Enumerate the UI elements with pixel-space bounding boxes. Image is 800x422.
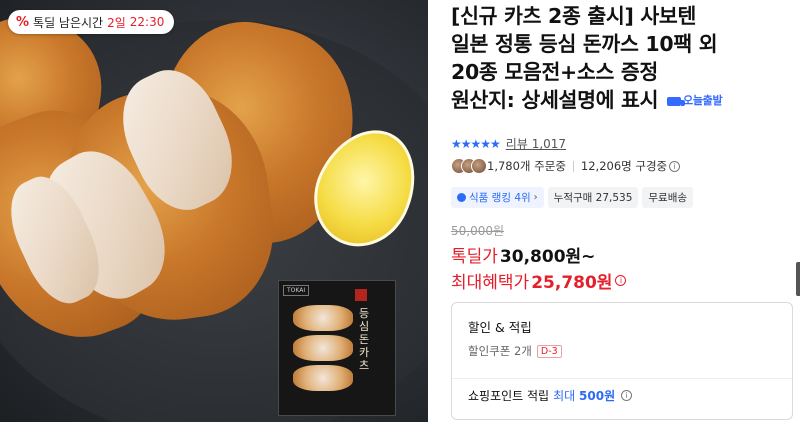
rating-row: ★★★★★ 리뷰 1,017 (451, 135, 566, 152)
divider (572, 160, 574, 172)
deal-price-row: 톡딜가 30,800원~ (451, 242, 595, 267)
points-max-label: 최대 (553, 389, 576, 403)
dday-badge: D-3 (536, 344, 562, 358)
scroll-handle[interactable] (796, 262, 800, 296)
truck-icon (667, 96, 686, 106)
product-title: [신규 카츠 2종 출시] 사보텐 일본 정통 등심 돈까스 10팩 외 20종… (451, 2, 800, 115)
review-count-link[interactable]: 리뷰 1,017 (506, 135, 566, 152)
benefits-box: 할인 & 적립 할인쿠폰 2개 D-3 쇼핑포인트 적립 최대 500원 i (451, 302, 793, 420)
deal-price: 30,800원~ (499, 247, 596, 267)
ranking-chip[interactable]: 식품 랭킹 4위 › (451, 187, 544, 208)
max-benefit-price-row: 최대혜택가 25,780원 i (451, 268, 627, 293)
package-cutlet (293, 365, 353, 391)
product-image[interactable]: % 톡딜 남은시간 2일 22:30 TOKAI 등심돈카츠 (0, 0, 428, 422)
coupon-row[interactable]: 할인쿠폰 2개 D-3 (468, 343, 562, 359)
deal-price-label: 톡딜가 (451, 247, 498, 267)
package-cutlet (293, 335, 353, 361)
product-info-panel: [신규 카츠 2종 출시] 사보텐 일본 정통 등심 돈까스 10팩 외 20종… (451, 0, 800, 422)
today-delivery-tag: 오늘출발 (667, 87, 723, 115)
ranking-label: 식품 랭킹 4위 (469, 192, 531, 204)
timer-label: 톡딜 남은시간 (33, 15, 104, 30)
product-title-line: 일본 정통 등심 돈까스 10팩 외 (451, 32, 718, 56)
package-title: 등심돈카츠 (358, 307, 370, 372)
ranking-icon (457, 193, 466, 202)
deal-timer-badge: % 톡딜 남은시간 2일 22:30 (8, 10, 175, 34)
timer-days: 2일 (107, 15, 126, 30)
product-title-line: [신규 카츠 2종 출시] 사보텐 (451, 4, 697, 28)
percent-icon: % (16, 14, 30, 30)
info-icon[interactable]: i (669, 160, 681, 172)
package-cutlet (293, 305, 353, 331)
star-rating-icon: ★★★★★ (451, 136, 501, 151)
cumulative-purchase-chip: 누적구매 27,535 (547, 187, 639, 208)
product-title-line: 원산지: 상세설명에 표시 오늘출발 (451, 86, 800, 115)
badge-chips: 식품 랭킹 4위 › 누적구매 27,535 무료배송 (451, 187, 694, 208)
points-row: 쇼핑포인트 적립 최대 500원 i (452, 378, 792, 403)
chevron-right-icon: › (533, 192, 538, 203)
delivery-tag-label: 오늘출발 (683, 94, 723, 107)
points-info: 쇼핑포인트 적립 최대 500원 i (468, 387, 633, 404)
order-count: 1,780개 주문중 (487, 159, 566, 173)
free-shipping-chip: 무료배송 (642, 187, 694, 208)
coupon-label: 할인쿠폰 2개 (468, 344, 532, 358)
max-benefit-label: 최대혜택가 (451, 273, 530, 293)
product-title-line: 20종 모음전+소스 증정 (451, 60, 658, 84)
info-icon[interactable]: i (615, 275, 627, 286)
points-max: 최대 500원 (553, 387, 615, 404)
origin-text: 원산지: 상세설명에 표시 (451, 88, 659, 112)
points-value: 500원 (579, 389, 616, 403)
package-brand: TOKAI (283, 285, 310, 296)
info-icon[interactable]: i (621, 390, 633, 401)
original-price: 50,000원 (451, 224, 505, 238)
benefits-title: 할인 & 적립 (468, 320, 532, 335)
package-emblem (355, 289, 367, 301)
max-benefit-price: 25,780원 (531, 273, 613, 293)
timer-time: 22:30 (129, 15, 165, 29)
avatar (471, 158, 487, 174)
points-label: 쇼핑포인트 적립 (468, 389, 550, 403)
viewer-count: 12,206명 구경중 (580, 159, 668, 173)
social-proof-row: 1,780개 주문중 12,206명 구경중 i (451, 158, 681, 174)
buyer-avatars (451, 158, 487, 174)
package-image: TOKAI 등심돈카츠 (278, 280, 396, 416)
